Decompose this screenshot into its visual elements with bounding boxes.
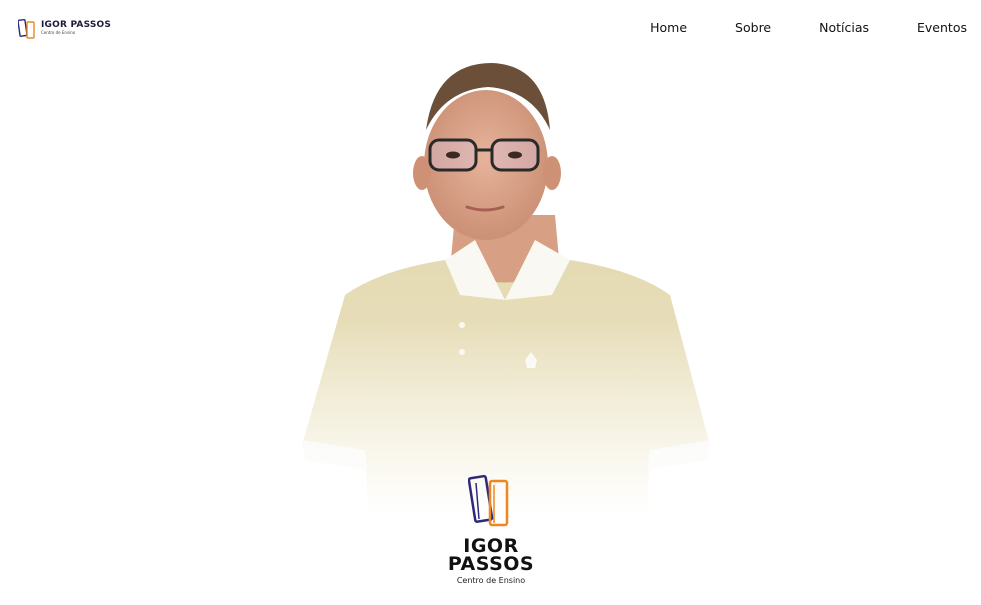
hero-portrait-photo — [270, 55, 740, 540]
nav-sobre[interactable]: Sobre — [735, 18, 771, 37]
nav-eventos[interactable]: Eventos — [917, 18, 967, 37]
books-logo-icon — [467, 473, 514, 533]
center-logo-subtitle: Centro de Ensino — [456, 576, 526, 585]
brand-logo-link[interactable]: IGOR PASSOS Centro de Ensino — [18, 15, 111, 41]
brand-name: IGOR PASSOS — [41, 20, 112, 30]
main-nav: Home Sobre Notícias Eventos — [650, 18, 967, 37]
center-logo-name-line2: PASSOS — [447, 553, 535, 575]
nav-noticias[interactable]: Notícias — [819, 18, 869, 37]
center-brand-logo: IGOR PASSOS Centro de Ensino — [430, 473, 552, 593]
books-logo-icon — [18, 16, 37, 40]
nav-home[interactable]: Home — [650, 18, 687, 37]
top-navbar: IGOR PASSOS Centro de Ensino Home Sobre … — [0, 0, 981, 55]
brand-subtitle: Centro de Ensino — [41, 30, 76, 35]
